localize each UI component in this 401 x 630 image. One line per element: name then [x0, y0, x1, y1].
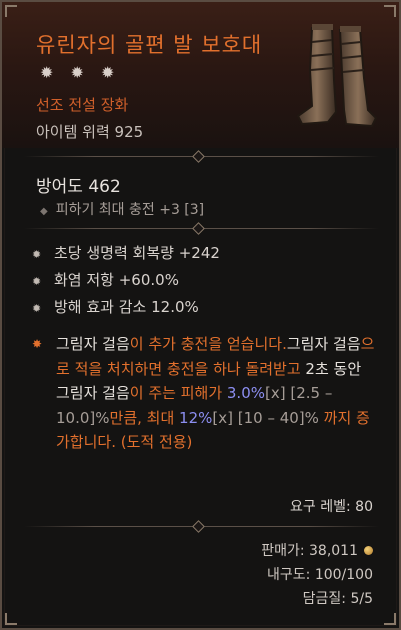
star-icon: ✹: [32, 248, 42, 261]
boots-icon: [296, 24, 378, 128]
item-footer: 판매가: 38,011 내구도: 100/100 담금질: 5/5: [261, 540, 373, 612]
section-divider: [24, 150, 379, 163]
frame-corner-icon: [384, 5, 396, 17]
affix-list: ✹ 초당 생명력 회복량 +242 ✹ 화염 저항 +60.0% ✹ 방해 효과 감소…: [32, 242, 372, 323]
tempers: 담금질: 5/5: [302, 591, 373, 607]
star-icon: ✹: [32, 275, 42, 288]
item-name: 유린자의 골편 발 보호대 ✹ ✹ ✹: [36, 32, 276, 86]
level-requirement: 요구 레벨: 80: [290, 499, 373, 515]
frame-corner-icon: [5, 613, 17, 625]
star-icon: ✹ ✹ ✹: [40, 63, 121, 82]
sell-value: 판매가: 38,011: [261, 540, 373, 564]
implicit-affix: ◆ 피하기 최대 충전 +3 [3]: [40, 202, 205, 218]
legendary-aspect: ✸ 그림자 걸음이 추가 충전을 얻습니다.그림자 걸음으로 적을 처치하면 충…: [32, 332, 377, 455]
armor-value: 방어도 462: [36, 177, 121, 197]
coin-icon: [364, 546, 373, 555]
affix-item: ✹ 초당 생명력 회복량 +242: [32, 244, 220, 262]
item-rarity: 선조 전설 장화: [36, 96, 129, 114]
item-name-text: 유린자의 골편 발 보호대: [36, 33, 263, 57]
durability: 내구도: 100/100: [267, 567, 373, 583]
affix-item: ✹ 방해 효과 감소 12.0%: [32, 298, 199, 316]
item-power: 아이템 위력 925: [36, 123, 144, 141]
section-divider: [24, 520, 379, 533]
frame-corner-icon: [5, 5, 17, 17]
item-tooltip: 유린자의 골편 발 보호대 ✹ ✹ ✹ 선조 전설 장화 아이템 위력 925 방…: [0, 0, 401, 630]
diamond-bullet-icon: ◆: [40, 206, 48, 217]
legendary-star-icon: ✸: [32, 337, 43, 351]
affix-item: ✹ 화염 저항 +60.0%: [32, 271, 179, 289]
star-icon: ✹: [32, 302, 42, 315]
section-divider: [24, 222, 379, 235]
frame-corner-icon: [384, 613, 396, 625]
aspect-text: 그림자 걸음이 추가 충전을 얻습니다.그림자 걸음으로 적을 처치하면 충전을…: [56, 335, 375, 451]
